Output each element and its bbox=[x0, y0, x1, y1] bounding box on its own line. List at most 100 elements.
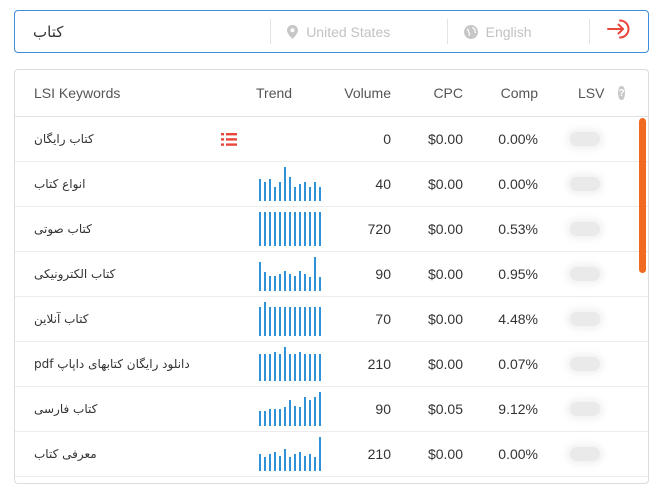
volume-cell: 720 bbox=[367, 221, 391, 237]
header-keywords[interactable]: LSI Keywords bbox=[15, 85, 209, 101]
trend-bar bbox=[274, 276, 276, 291]
trend-bar bbox=[269, 307, 271, 336]
trend-bar bbox=[279, 354, 281, 381]
trend-bar bbox=[274, 187, 276, 201]
trend-bar bbox=[319, 354, 321, 381]
trend-bar bbox=[309, 307, 311, 336]
trend-bar bbox=[279, 212, 281, 246]
header-volume[interactable]: Volume bbox=[333, 85, 391, 101]
trend-bar bbox=[304, 212, 306, 246]
trend-bar bbox=[314, 212, 316, 246]
lsv-blurred-value[interactable] bbox=[570, 312, 600, 326]
comp-cell: 4.48% bbox=[498, 311, 538, 327]
trend-bar bbox=[279, 307, 281, 336]
lsv-blurred-value[interactable] bbox=[570, 402, 600, 416]
keyword-cell[interactable]: کتاب الکترونیکی bbox=[15, 267, 209, 281]
lsv-blurred-value[interactable] bbox=[570, 447, 600, 461]
trend-bar bbox=[259, 354, 261, 381]
lsv-cell bbox=[538, 312, 606, 326]
table-row: کتاب آنلاین 70 $0.00 4.48% bbox=[15, 297, 648, 342]
search-input[interactable] bbox=[15, 11, 271, 52]
table-row: انواع کتاب 40 $0.00 0.00% bbox=[15, 162, 648, 207]
trend-bar bbox=[274, 452, 276, 471]
trend-bar bbox=[269, 212, 271, 246]
trend-bar bbox=[284, 347, 286, 381]
header-comp[interactable]: Comp bbox=[463, 85, 538, 101]
trend-bar bbox=[264, 182, 266, 201]
lsv-blurred-value[interactable] bbox=[570, 357, 600, 371]
country-label: United States bbox=[306, 23, 391, 40]
volume-cell: 210 bbox=[367, 446, 391, 462]
trend-bar bbox=[274, 212, 276, 246]
keyword-cell[interactable]: کتاب رایگان bbox=[15, 132, 209, 146]
trend-bar bbox=[319, 212, 321, 246]
volume-cell: 40 bbox=[375, 176, 391, 192]
trend-bar bbox=[284, 271, 286, 291]
trend-bar bbox=[299, 407, 301, 426]
trend-bar bbox=[294, 276, 296, 291]
lsv-cell bbox=[538, 177, 606, 191]
keyword-cell[interactable]: انواع کتاب bbox=[15, 177, 209, 191]
trend-bar bbox=[294, 354, 296, 381]
table-row: کتاب فارسی 90 $0.05 9.12% bbox=[15, 387, 648, 432]
trend-cell bbox=[247, 212, 333, 246]
trend-bar bbox=[299, 184, 301, 201]
trend-bar bbox=[269, 179, 271, 201]
comp-cell: 0.00% bbox=[498, 176, 538, 192]
keyword-cell[interactable]: کتاب فارسی bbox=[15, 402, 209, 416]
keyword-cell[interactable]: کتاب آنلاین bbox=[15, 312, 209, 326]
header-lsv-cell: LSV ? bbox=[538, 85, 625, 101]
trend-bar bbox=[284, 307, 286, 336]
comp-cell: 0.53% bbox=[498, 221, 538, 237]
lsv-cell bbox=[538, 132, 606, 146]
trend-bar bbox=[304, 182, 306, 201]
trend-bar bbox=[264, 272, 266, 291]
search-button[interactable] bbox=[590, 11, 648, 52]
trend-bar bbox=[314, 457, 316, 471]
location-pin-icon bbox=[287, 24, 299, 39]
cpc-cell: $0.00 bbox=[427, 221, 463, 237]
lsv-blurred-value[interactable] bbox=[570, 222, 600, 236]
lsv-blurred-value[interactable] bbox=[570, 177, 600, 191]
table-header: LSI Keywords Trend Volume CPC Comp LSV ? bbox=[15, 70, 648, 117]
trend-cell bbox=[247, 257, 333, 291]
trend-sparkline bbox=[259, 347, 321, 381]
lsv-blurred-value[interactable] bbox=[570, 132, 600, 146]
trend-bar bbox=[284, 449, 286, 471]
lsv-cell bbox=[538, 222, 606, 236]
trend-bar bbox=[274, 409, 276, 426]
cpc-cell: $0.05 bbox=[427, 401, 463, 417]
trend-bar bbox=[299, 271, 301, 291]
scrollbar-thumb[interactable] bbox=[639, 118, 646, 273]
language-select[interactable]: English bbox=[448, 11, 590, 52]
table-body: کتاب رایگان 0 $0.00 0.00% انواع کتاب 40 … bbox=[15, 117, 648, 477]
trend-bar bbox=[269, 409, 271, 426]
keyword-cell[interactable]: معرفی کتاب bbox=[15, 447, 209, 461]
cpc-cell: $0.00 bbox=[427, 266, 463, 282]
lsv-blurred-value[interactable] bbox=[570, 267, 600, 281]
trend-bar bbox=[314, 354, 316, 381]
language-label: English bbox=[485, 23, 532, 40]
keyword-cell[interactable]: کتاب صوتی bbox=[15, 222, 209, 236]
trend-bar bbox=[294, 406, 296, 426]
search-bar: United States English bbox=[14, 10, 649, 53]
trend-bar bbox=[284, 167, 286, 201]
trend-bar bbox=[259, 411, 261, 426]
header-trend[interactable]: Trend bbox=[247, 85, 333, 101]
trend-bar bbox=[264, 411, 266, 426]
list-icon[interactable] bbox=[221, 132, 237, 146]
trend-bar bbox=[264, 354, 266, 381]
trend-bar bbox=[309, 454, 311, 471]
trend-bar bbox=[299, 212, 301, 246]
country-select[interactable]: United States bbox=[271, 11, 446, 52]
trend-bar bbox=[319, 437, 321, 471]
trend-bar bbox=[279, 274, 281, 291]
trend-bar bbox=[309, 187, 311, 201]
trend-bar bbox=[289, 177, 291, 201]
trend-bar bbox=[294, 307, 296, 336]
header-lsv[interactable]: LSV bbox=[578, 85, 604, 101]
cpc-cell: $0.00 bbox=[427, 356, 463, 372]
keyword-cell[interactable]: دانلود رایگان کتابهای داپاپ pdf bbox=[15, 357, 209, 371]
header-cpc[interactable]: CPC bbox=[391, 85, 463, 101]
help-icon[interactable]: ? bbox=[618, 86, 625, 100]
